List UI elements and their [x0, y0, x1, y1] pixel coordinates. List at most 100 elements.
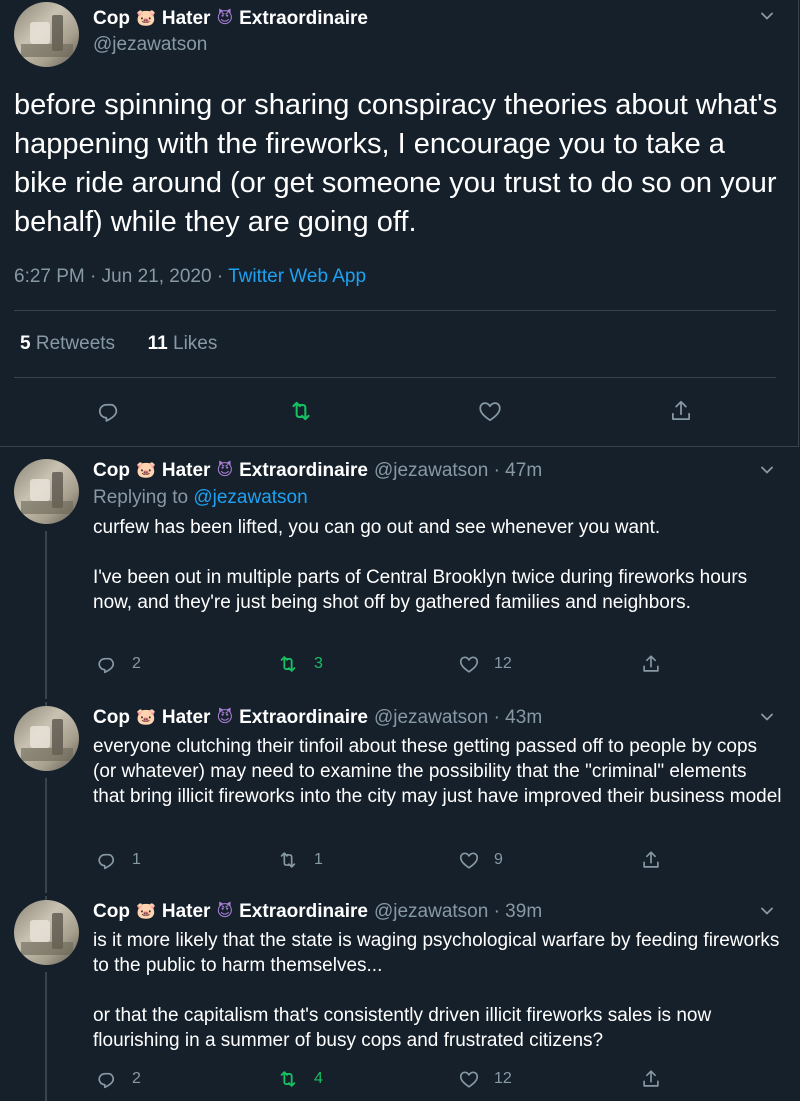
retweet-icon: [280, 852, 296, 868]
chevron-down-icon[interactable]: [759, 903, 775, 922]
display-name-part3[interactable]: Extraordinaire: [239, 8, 368, 30]
pig-emoji: 🐷: [135, 903, 156, 920]
like-icon: [459, 852, 479, 869]
tweet-meta: 6:27 PM · Jun 21, 2020 · Twitter Web App: [14, 266, 366, 288]
like-icon: [459, 1071, 479, 1088]
display-name[interactable]: Cop: [93, 460, 130, 482]
author-name[interactable]: Cop 🐷 Hater 😈 Extraordinaire @jezawatson…: [93, 901, 542, 923]
like-count: 9: [494, 851, 503, 868]
reply-icon: [98, 657, 115, 674]
tweet-time[interactable]: 6:27 PM: [14, 266, 85, 287]
main-tweet: Cop 🐷 Hater 😈 Extraordinaire @jezawatson…: [0, 0, 799, 447]
devil-emoji: 😈: [216, 903, 234, 920]
like-button[interactable]: 12: [458, 1068, 512, 1090]
retweet-icon: [292, 401, 310, 421]
likes-count: 11: [147, 333, 168, 354]
like-button[interactable]: 12: [458, 653, 512, 675]
like-count: 12: [494, 1070, 512, 1087]
share-button[interactable]: [640, 653, 662, 675]
thread-line: [45, 778, 47, 893]
display-name-part2[interactable]: Hater: [162, 901, 211, 923]
likes-label: Likes: [173, 333, 218, 354]
retweet-button[interactable]: 3: [276, 653, 323, 675]
devil-emoji: 😈: [216, 10, 234, 27]
retweet-button[interactable]: 4: [276, 1068, 323, 1090]
chevron-down-icon[interactable]: [759, 8, 775, 27]
retweets-count: 5: [20, 333, 31, 354]
reply-button[interactable]: 1: [96, 849, 141, 871]
tweet-date[interactable]: Jun 21, 2020: [102, 266, 212, 287]
display-name-part3[interactable]: Extraordinaire: [239, 901, 368, 923]
meta-separator: ·: [90, 266, 97, 287]
reply-count: 1: [132, 851, 141, 868]
reply-count: 2: [132, 655, 141, 672]
handle-time[interactable]: @jezawatson · 43m: [374, 707, 542, 729]
handle-time[interactable]: @jezawatson · 47m: [374, 460, 542, 482]
share-button[interactable]: [640, 1068, 662, 1090]
pig-emoji: 🐷: [135, 462, 156, 479]
reply-button[interactable]: 2: [96, 1068, 141, 1090]
share-icon: [672, 400, 690, 420]
retweet-count: 1: [314, 851, 323, 868]
share-icon: [643, 851, 659, 868]
replying-to-handle[interactable]: @jezawatson: [193, 487, 307, 508]
tweet-client[interactable]: Twitter Web App: [228, 266, 366, 287]
like-button[interactable]: 9: [458, 849, 503, 871]
devil-emoji: 😈: [216, 709, 234, 726]
share-icon: [643, 655, 659, 672]
like-button[interactable]: [477, 398, 503, 424]
replying-prefix: Replying to: [93, 487, 189, 508]
likes-stat[interactable]: 11 Likes: [148, 333, 218, 354]
like-count: 12: [494, 655, 512, 672]
reply-icon: [98, 853, 115, 870]
display-name-part2[interactable]: Hater: [162, 707, 211, 729]
chevron-down-icon[interactable]: [759, 462, 775, 481]
share-button[interactable]: [668, 398, 694, 424]
retweet-icon: [280, 656, 296, 672]
retweet-icon: [280, 1071, 296, 1087]
reply-icon: [98, 403, 118, 422]
display-name-part3[interactable]: Extraordinaire: [239, 460, 368, 482]
display-name[interactable]: Cop: [93, 901, 130, 923]
chevron-down-icon[interactable]: [759, 709, 775, 728]
tweet-text: before spinning or sharing conspiracy th…: [14, 89, 778, 238]
retweet-button[interactable]: 1: [276, 849, 323, 871]
reply-count: 2: [132, 1070, 141, 1087]
share-button[interactable]: [640, 849, 662, 871]
retweet-count: 3: [314, 655, 323, 672]
retweets-stat[interactable]: 5 Retweets: [20, 333, 115, 354]
devil-emoji: 😈: [216, 462, 234, 479]
display-name-part3[interactable]: Extraordinaire: [239, 707, 368, 729]
like-icon: [479, 402, 501, 422]
retweet-button[interactable]: [287, 398, 315, 424]
reply-text: curfew has been lifted, you can go out a…: [93, 517, 748, 613]
retweets-label: Retweets: [35, 333, 116, 354]
pig-emoji: 🐷: [135, 709, 156, 726]
share-icon: [643, 1070, 659, 1087]
tweet-stats: 5 Retweets 11 Likes: [20, 333, 217, 355]
display-name[interactable]: Cop: [93, 8, 130, 30]
display-name[interactable]: Cop: [93, 707, 130, 729]
author-name[interactable]: Cop 🐷 Hater 😈 Extraordinaire @jezawatson…: [93, 707, 542, 729]
divider: [14, 310, 776, 311]
display-name-part2[interactable]: Hater: [162, 8, 211, 30]
reply-button[interactable]: [96, 398, 122, 424]
avatar[interactable]: [14, 900, 79, 965]
author-name[interactable]: Cop 🐷 Hater 😈 Extraordinaire: [93, 8, 368, 30]
thread-line: [45, 972, 47, 1101]
avatar[interactable]: [14, 459, 79, 524]
meta-separator: ·: [216, 266, 224, 287]
display-name-part2[interactable]: Hater: [162, 460, 211, 482]
reply-text: everyone clutching their tinfoil about t…: [93, 736, 782, 807]
thread-line: [45, 531, 47, 699]
replying-to: Replying to @jezawatson: [93, 487, 308, 509]
reply-button[interactable]: 2: [96, 653, 141, 675]
handle[interactable]: @jezawatson: [93, 34, 207, 56]
pig-emoji: 🐷: [135, 10, 156, 27]
handle-time[interactable]: @jezawatson · 39m: [374, 901, 542, 923]
avatar[interactable]: [14, 2, 79, 67]
avatar[interactable]: [14, 706, 79, 771]
author-name[interactable]: Cop 🐷 Hater 😈 Extraordinaire @jezawatson…: [93, 460, 542, 482]
reply-icon: [98, 1072, 115, 1089]
divider: [14, 377, 776, 378]
